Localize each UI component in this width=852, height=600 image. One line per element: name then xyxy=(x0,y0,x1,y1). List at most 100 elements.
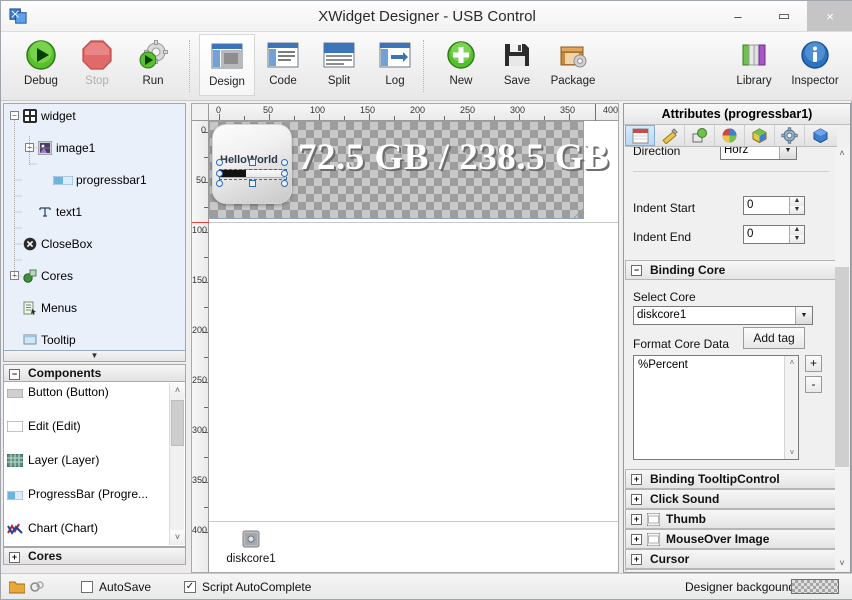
selection-handle-r[interactable] xyxy=(281,170,288,177)
spinner-down-icon[interactable]: ▼ xyxy=(789,206,804,214)
group-toggle[interactable]: + xyxy=(631,534,642,545)
binding-core-toggle[interactable]: − xyxy=(631,265,642,276)
list-item[interactable]: Button (Button) xyxy=(4,384,185,401)
group-toggle[interactable]: + xyxy=(631,494,642,505)
spinner-up-icon[interactable]: ▲ xyxy=(789,197,804,206)
mouseover-image-header[interactable]: + MouseOver Image xyxy=(625,529,837,549)
selection-handle-bl[interactable] xyxy=(216,180,223,187)
select-core-combobox[interactable]: diskcore1 ▼ xyxy=(633,306,813,325)
list-item[interactable]: ProgressBar (Progre... xyxy=(4,486,185,503)
group-toggle[interactable]: + xyxy=(631,554,642,565)
log-button[interactable]: Log xyxy=(367,34,423,96)
autosave-checkbox[interactable] xyxy=(81,581,93,593)
thumb-header[interactable]: + Thumb xyxy=(625,509,837,529)
next-group-header[interactable]: + xyxy=(625,569,837,571)
list-item[interactable]: Chart (Chart) xyxy=(4,520,185,537)
list-item[interactable]: Edit (Edit) xyxy=(4,418,185,435)
designer-background-swatch[interactable] xyxy=(791,579,839,594)
run-button[interactable]: Run xyxy=(125,34,181,96)
canvas-board[interactable]: 72.5 GB / 238.5 GB HelloWorld xyxy=(209,121,618,572)
add-tag-button[interactable]: Add tag xyxy=(743,327,805,349)
stop-button[interactable]: Stop xyxy=(69,34,125,96)
design-button[interactable]: Design xyxy=(199,34,255,96)
folder-icon[interactable] xyxy=(8,580,26,597)
split-label: Split xyxy=(327,75,351,87)
memo-scrollbar[interactable]: ˄ ˅ xyxy=(784,356,798,459)
code-button[interactable]: Code xyxy=(255,34,311,96)
measure-tab[interactable] xyxy=(655,125,685,146)
core-component-diskcore1[interactable]: diskcore1 xyxy=(221,529,281,565)
scroll-down-icon[interactable]: ˅ xyxy=(170,530,185,545)
attributes-tab-bar[interactable] xyxy=(625,125,837,147)
binding-tooltipcontrol-header[interactable]: + Binding TooltipControl xyxy=(625,469,837,489)
package-button[interactable]: Package xyxy=(545,34,601,96)
selection-handle-t[interactable] xyxy=(249,159,256,166)
resize-grip-icon[interactable] xyxy=(573,207,585,219)
cursor-header[interactable]: + Cursor xyxy=(625,549,837,569)
settings-gear-icon[interactable] xyxy=(29,580,45,597)
design-canvas[interactable]: 0 50 100 150 200 250 300 350 400 0 50 10… xyxy=(191,103,619,573)
core-component-label: diskcore1 xyxy=(226,553,276,565)
add-format-button[interactable]: + xyxy=(805,355,822,372)
widget-big-text[interactable]: 72.5 GB / 238.5 GB xyxy=(298,136,609,179)
binding-core-header[interactable]: − Binding Core xyxy=(625,260,837,280)
selection-handle-br[interactable] xyxy=(281,180,288,187)
components-list[interactable]: Button (Button) Edit (Edit) Layer (Layer… xyxy=(3,382,186,547)
click-sound-header[interactable]: + Click Sound xyxy=(625,489,837,509)
minimize-button[interactable]: – xyxy=(715,1,761,31)
split-button[interactable]: Split xyxy=(311,34,367,96)
widget-preview-thumbnail[interactable]: HelloWorld xyxy=(212,124,292,204)
render-tab[interactable] xyxy=(745,125,775,146)
image-box-icon xyxy=(646,532,661,547)
save-button[interactable]: Save xyxy=(489,34,545,96)
ruler-label: 350 xyxy=(192,475,208,485)
indent-start-input[interactable]: 0 ▲ ▼ xyxy=(743,196,805,215)
cores-section-header[interactable]: + Cores xyxy=(3,547,186,565)
chevron-down-icon[interactable]: ▼ xyxy=(779,147,796,159)
library-button[interactable]: Library xyxy=(725,34,783,96)
group-toggle[interactable]: + xyxy=(631,474,642,485)
components-section-header[interactable]: − Components xyxy=(3,364,186,382)
attributes-scrollbar[interactable]: ˄ ˅ xyxy=(835,147,849,571)
properties-tab[interactable] xyxy=(625,125,655,146)
selection-handle-b[interactable] xyxy=(249,180,256,187)
edit-icon xyxy=(6,420,24,433)
direction-combobox[interactable]: Horz ▼ xyxy=(720,147,797,160)
spinner-up-icon[interactable]: ▲ xyxy=(789,226,804,235)
scroll-thumb[interactable] xyxy=(171,400,184,446)
selection-handle-l[interactable] xyxy=(216,170,223,177)
ruler-label: 50 xyxy=(195,175,206,185)
scroll-up-icon[interactable]: ˄ xyxy=(170,383,185,398)
inspector-button[interactable]: Inspector xyxy=(783,34,847,96)
components-toggle[interactable]: − xyxy=(9,369,20,380)
shapes-tab[interactable] xyxy=(685,125,715,146)
color-tab[interactable] xyxy=(715,125,745,146)
chevron-down-icon[interactable]: ▼ xyxy=(795,307,812,324)
script-autocomplete-checkbox[interactable]: ✓ xyxy=(184,581,196,593)
maximize-button[interactable]: ▭ xyxy=(761,1,807,31)
remove-format-button[interactable]: - xyxy=(805,376,822,393)
components-scrollbar[interactable]: ˄ ˅ xyxy=(169,383,185,545)
format-core-data-memo[interactable]: %Percent ˄ ˅ xyxy=(633,355,799,460)
scroll-up-icon[interactable]: ˄ xyxy=(785,358,799,367)
tree-row-menus[interactable]: Menus xyxy=(4,300,185,316)
object-tab[interactable] xyxy=(805,125,835,146)
new-button[interactable]: New xyxy=(433,34,489,96)
scroll-down-icon[interactable]: ˅ xyxy=(785,448,799,457)
list-item[interactable]: Layer (Layer) xyxy=(4,452,185,469)
scroll-down-icon[interactable]: ˅ xyxy=(835,557,849,571)
tree-collapse-bar[interactable]: ▼ xyxy=(3,351,186,362)
debug-button[interactable]: Debug xyxy=(13,34,69,96)
cores-toggle[interactable]: + xyxy=(9,552,20,563)
group-toggle[interactable]: + xyxy=(631,514,642,525)
settings-tab[interactable] xyxy=(775,125,805,146)
object-tree[interactable]: − widget − image1 progressbar1 text1 Clo… xyxy=(3,103,186,351)
scroll-thumb[interactable] xyxy=(835,267,849,467)
indent-end-input[interactable]: 0 ▲ ▼ xyxy=(743,225,805,244)
scroll-up-icon[interactable]: ˄ xyxy=(835,147,849,161)
selection-handle-tl[interactable] xyxy=(216,159,223,166)
spinner-down-icon[interactable]: ▼ xyxy=(789,235,804,243)
tree-row-tooltip[interactable]: Tooltip xyxy=(4,332,185,348)
close-button[interactable]: × xyxy=(807,1,852,31)
selection-handle-tr[interactable] xyxy=(281,159,288,166)
